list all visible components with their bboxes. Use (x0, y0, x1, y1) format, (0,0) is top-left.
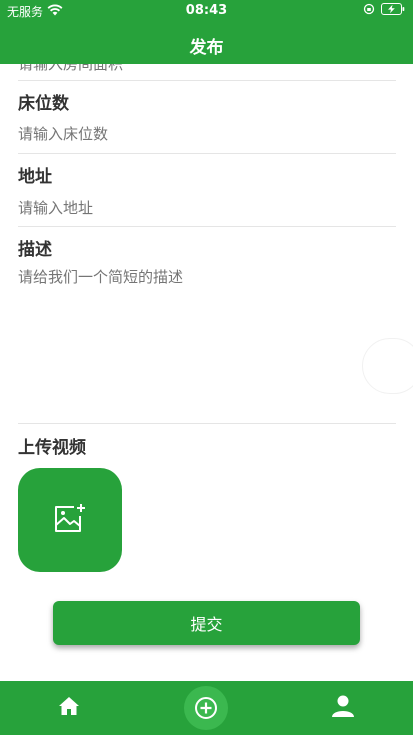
tab-profile[interactable] (318, 681, 368, 735)
address-label: 地址 (18, 167, 52, 187)
divider (18, 423, 396, 424)
add-icon (184, 686, 228, 730)
video-upload-label: 上传视频 (18, 438, 86, 458)
divider (18, 80, 396, 81)
page-title: 发布 (189, 38, 224, 58)
floating-handle (362, 338, 413, 394)
battery-charging-icon (381, 3, 405, 18)
home-icon (58, 696, 80, 720)
submit-button[interactable]: 提交 (53, 601, 360, 645)
description-textarea[interactable] (18, 266, 396, 416)
description-label: 描述 (18, 240, 52, 260)
address-input[interactable] (18, 196, 396, 220)
user-icon (331, 694, 355, 722)
orientation-lock-icon (363, 3, 375, 18)
add-image-icon (53, 503, 87, 537)
area-input[interactable] (18, 64, 396, 76)
status-time: 08:43 (185, 3, 228, 18)
tab-publish[interactable] (181, 681, 231, 735)
status-right (363, 3, 405, 18)
status-bar: 无服务 08:43 (0, 0, 413, 22)
divider (18, 226, 396, 227)
tab-home[interactable] (44, 681, 94, 735)
app-header: 无服务 08:43 发布 (0, 0, 413, 64)
beds-input[interactable] (18, 122, 396, 146)
beds-label: 床位数 (18, 94, 69, 114)
upload-video-button[interactable] (18, 468, 122, 572)
publish-form[interactable]: 床位数 地址 描述 上传视频 提交 (0, 64, 413, 681)
divider (18, 153, 396, 154)
tab-bar (0, 681, 413, 735)
